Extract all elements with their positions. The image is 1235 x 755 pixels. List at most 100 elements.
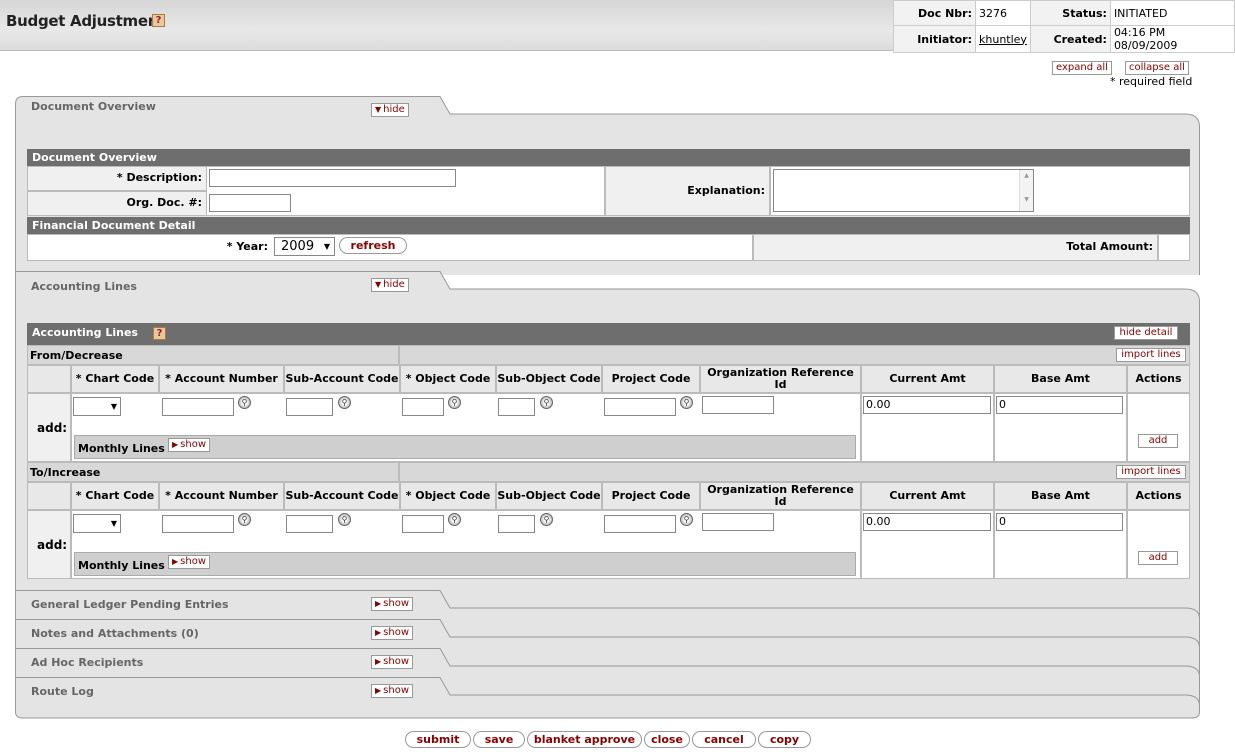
actions-cell bbox=[1127, 393, 1190, 462]
lookup-icon[interactable]: ⚲ bbox=[338, 513, 351, 526]
sub-object-code-input[interactable] bbox=[498, 515, 535, 533]
route-log-show-button[interactable]: ▶ show bbox=[371, 684, 414, 698]
current-amt-input[interactable]: 0.00 bbox=[863, 396, 991, 414]
fin-detail-title: Financial Document Detail bbox=[27, 217, 1190, 234]
lookup-icon[interactable]: ⚲ bbox=[448, 396, 461, 409]
show-label: show bbox=[180, 556, 207, 567]
hide-label: hide bbox=[383, 279, 405, 290]
lookup-icon[interactable]: ⚲ bbox=[448, 513, 461, 526]
explanation-textarea[interactable]: ▲ ▼ bbox=[773, 169, 1034, 212]
doc-overview-hide-button[interactable]: ▼ hide bbox=[371, 103, 409, 117]
to-increase-bar bbox=[399, 462, 1190, 482]
required-field-note: * required field bbox=[1110, 75, 1193, 88]
textarea-scrollbar[interactable]: ▲ ▼ bbox=[1019, 170, 1033, 211]
copy-button[interactable]: copy bbox=[758, 731, 811, 748]
project-code-input[interactable] bbox=[604, 515, 676, 533]
chart-code-select[interactable]: ▼ bbox=[73, 514, 121, 533]
col-current-amt: Current Amt bbox=[861, 365, 994, 393]
accounting-hide-button[interactable]: ▼ hide bbox=[371, 278, 409, 292]
account-number-input[interactable] bbox=[162, 515, 234, 533]
document-header-table: Doc Nbr: 3276 Status: INITIATED Initiato… bbox=[893, 0, 1235, 53]
from-decrease-bar bbox=[399, 345, 1190, 365]
col-sub-object-code: Sub-Object Code bbox=[496, 365, 602, 393]
col-sub-account-code: Sub-Account Code bbox=[284, 482, 400, 510]
hide-detail-button[interactable]: hide detail bbox=[1114, 326, 1178, 340]
col-account-number: * Account Number bbox=[159, 365, 284, 393]
org-ref-id-input[interactable] bbox=[702, 396, 774, 414]
total-amount-label: Total Amount: bbox=[1066, 240, 1153, 253]
col-current-amt: Current Amt bbox=[861, 482, 994, 510]
col-project-code: Project Code bbox=[602, 482, 700, 510]
sub-account-input[interactable] bbox=[286, 398, 333, 416]
lookup-icon[interactable]: ⚲ bbox=[540, 396, 553, 409]
sub-account-input[interactable] bbox=[286, 515, 333, 533]
object-code-input[interactable] bbox=[402, 515, 444, 533]
lookup-icon[interactable]: ⚲ bbox=[338, 396, 351, 409]
base-amt-input[interactable]: 0 bbox=[996, 396, 1123, 414]
year-select[interactable]: 2009 ▼ bbox=[274, 237, 335, 256]
org-doc-input[interactable] bbox=[209, 194, 291, 212]
col-object-code: * Object Code bbox=[400, 365, 496, 393]
triangle-right-icon: ▶ bbox=[375, 686, 382, 695]
expand-all-button[interactable]: expand all bbox=[1052, 61, 1112, 75]
refresh-button[interactable]: refresh bbox=[339, 237, 407, 254]
org-doc-label: Org. Doc. #: bbox=[126, 196, 203, 209]
lookup-icon[interactable]: ⚲ bbox=[540, 513, 553, 526]
lookup-icon[interactable]: ⚲ bbox=[680, 396, 693, 409]
lookup-icon[interactable]: ⚲ bbox=[238, 513, 251, 526]
org-ref-id-input[interactable] bbox=[702, 513, 774, 531]
notes-attachments-show-button[interactable]: ▶ show bbox=[371, 626, 414, 640]
blank-header bbox=[27, 365, 71, 393]
chevron-down-icon: ▼ bbox=[323, 242, 330, 251]
chevron-down-icon: ▼ bbox=[110, 402, 117, 411]
col-object-code: * Object Code bbox=[400, 482, 496, 510]
sub-object-code-input[interactable] bbox=[498, 398, 535, 416]
col-sub-account-code: Sub-Account Code bbox=[284, 365, 400, 393]
import-lines-button-to[interactable]: import lines bbox=[1116, 465, 1186, 479]
base-amt-input[interactable]: 0 bbox=[996, 513, 1123, 531]
submit-button[interactable]: submit bbox=[405, 731, 471, 748]
account-number-input[interactable] bbox=[162, 398, 234, 416]
help-icon[interactable]: ? bbox=[153, 327, 166, 340]
cancel-button[interactable]: cancel bbox=[692, 731, 756, 748]
ad-hoc-recipients-tab-label: Ad Hoc Recipients bbox=[31, 656, 144, 669]
created-value: 04:16 PM 08/09/2009 bbox=[1109, 25, 1235, 53]
close-button[interactable]: close bbox=[644, 731, 690, 748]
triangle-right-icon: ▶ bbox=[172, 440, 179, 449]
col-actions: Actions bbox=[1127, 365, 1190, 393]
doc-nbr-value: 3276 bbox=[975, 0, 1031, 26]
doc-overview-tab-label: Document Overview bbox=[31, 100, 156, 113]
initiator-link[interactable]: khuntley bbox=[975, 25, 1031, 53]
blanket-approve-button[interactable]: blanket approve bbox=[527, 731, 642, 748]
add-row-label: add: bbox=[37, 421, 68, 435]
status-label: Status: bbox=[1029, 0, 1111, 26]
help-icon[interactable]: ? bbox=[152, 14, 165, 27]
add-button-from[interactable]: add bbox=[1138, 434, 1178, 448]
lookup-icon[interactable]: ⚲ bbox=[680, 513, 693, 526]
save-button[interactable]: save bbox=[473, 731, 525, 748]
project-code-input[interactable] bbox=[604, 398, 676, 416]
triangle-right-icon: ▶ bbox=[375, 657, 382, 666]
chart-code-select[interactable]: ▼ bbox=[73, 397, 121, 416]
col-org-ref-id: Organization Reference Id bbox=[700, 482, 861, 510]
gl-pending-entries-show-button[interactable]: ▶ show bbox=[371, 597, 414, 611]
total-amount-value bbox=[1158, 234, 1190, 261]
to-increase-label: To/Increase bbox=[27, 462, 399, 482]
collapse-all-button[interactable]: collapse all bbox=[1125, 61, 1189, 75]
gl-pending-entries-tab-label: General Ledger Pending Entries bbox=[31, 598, 229, 611]
object-code-input[interactable] bbox=[402, 398, 444, 416]
accounting-tab-label: Accounting Lines bbox=[31, 280, 137, 293]
description-input[interactable] bbox=[209, 169, 456, 187]
monthly-lines-show-button-from[interactable]: ▶ show bbox=[168, 438, 211, 452]
col-base-amt: Base Amt bbox=[994, 482, 1127, 510]
ad-hoc-recipients-show-button[interactable]: ▶ show bbox=[371, 655, 414, 669]
monthly-lines-show-button-to[interactable]: ▶ show bbox=[168, 555, 211, 569]
notes-attachments-tab-label: Notes and Attachments (0) bbox=[31, 627, 199, 640]
lookup-icon[interactable]: ⚲ bbox=[238, 396, 251, 409]
add-button-to[interactable]: add bbox=[1138, 551, 1178, 565]
year-label: * Year: bbox=[226, 240, 268, 253]
import-lines-button-from[interactable]: import lines bbox=[1116, 348, 1186, 362]
doc-overview-tab-shape bbox=[15, 96, 1200, 136]
triangle-right-icon: ▶ bbox=[375, 628, 382, 637]
current-amt-input[interactable]: 0.00 bbox=[863, 513, 991, 531]
